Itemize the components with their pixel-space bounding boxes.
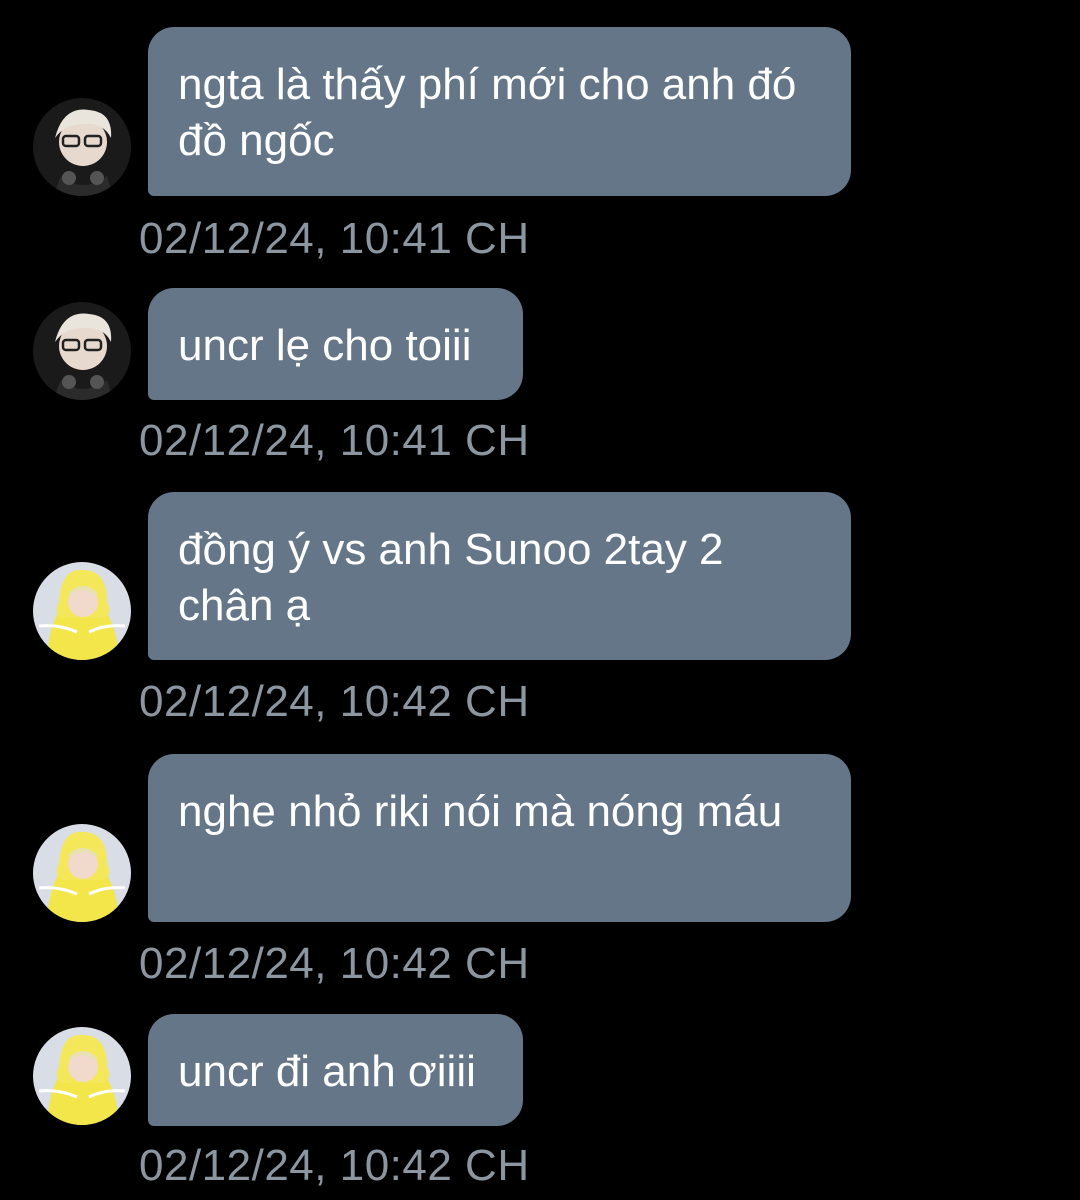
message-text: ngta là thấy phí mới cho anh đó đồ ngốc (178, 60, 797, 165)
message-text: uncr lẹ cho toiii (178, 321, 472, 370)
avatar-user-a-image (33, 302, 131, 400)
message-bubble[interactable]: uncr lẹ cho toiii (148, 288, 523, 400)
chat-thread: ngta là thấy phí mới cho anh đó đồ ngốc … (0, 0, 1080, 1200)
avatar-user-b[interactable] (33, 562, 131, 660)
avatar-user-a[interactable] (33, 98, 131, 196)
message-timestamp: 02/12/24, 10:41 CH (139, 416, 530, 465)
message-text: nghe nhỏ riki nói mà nóng máu (178, 787, 783, 836)
avatar-user-b-image (33, 824, 131, 922)
avatar-user-a[interactable] (33, 302, 131, 400)
avatar-user-a-image (33, 98, 131, 196)
avatar-user-b[interactable] (33, 824, 131, 922)
message-timestamp: 02/12/24, 10:42 CH (139, 1141, 530, 1190)
message-text: đồng ý vs anh Sunoo 2tay 2 chân ạ (178, 525, 724, 630)
message-timestamp: 02/12/24, 10:42 CH (139, 939, 530, 988)
avatar-user-b-image (33, 562, 131, 660)
avatar-user-b[interactable] (33, 1027, 131, 1125)
message-text: uncr đi anh ơiiii (178, 1047, 476, 1096)
message-bubble[interactable]: đồng ý vs anh Sunoo 2tay 2 chân ạ (148, 492, 851, 660)
message-bubble[interactable]: ngta là thấy phí mới cho anh đó đồ ngốc (148, 27, 851, 196)
message-bubble[interactable]: nghe nhỏ riki nói mà nóng máu (148, 754, 851, 922)
message-timestamp: 02/12/24, 10:42 CH (139, 677, 530, 726)
avatar-user-b-image (33, 1027, 131, 1125)
message-timestamp: 02/12/24, 10:41 CH (139, 214, 530, 263)
message-bubble[interactable]: uncr đi anh ơiiii (148, 1014, 523, 1126)
